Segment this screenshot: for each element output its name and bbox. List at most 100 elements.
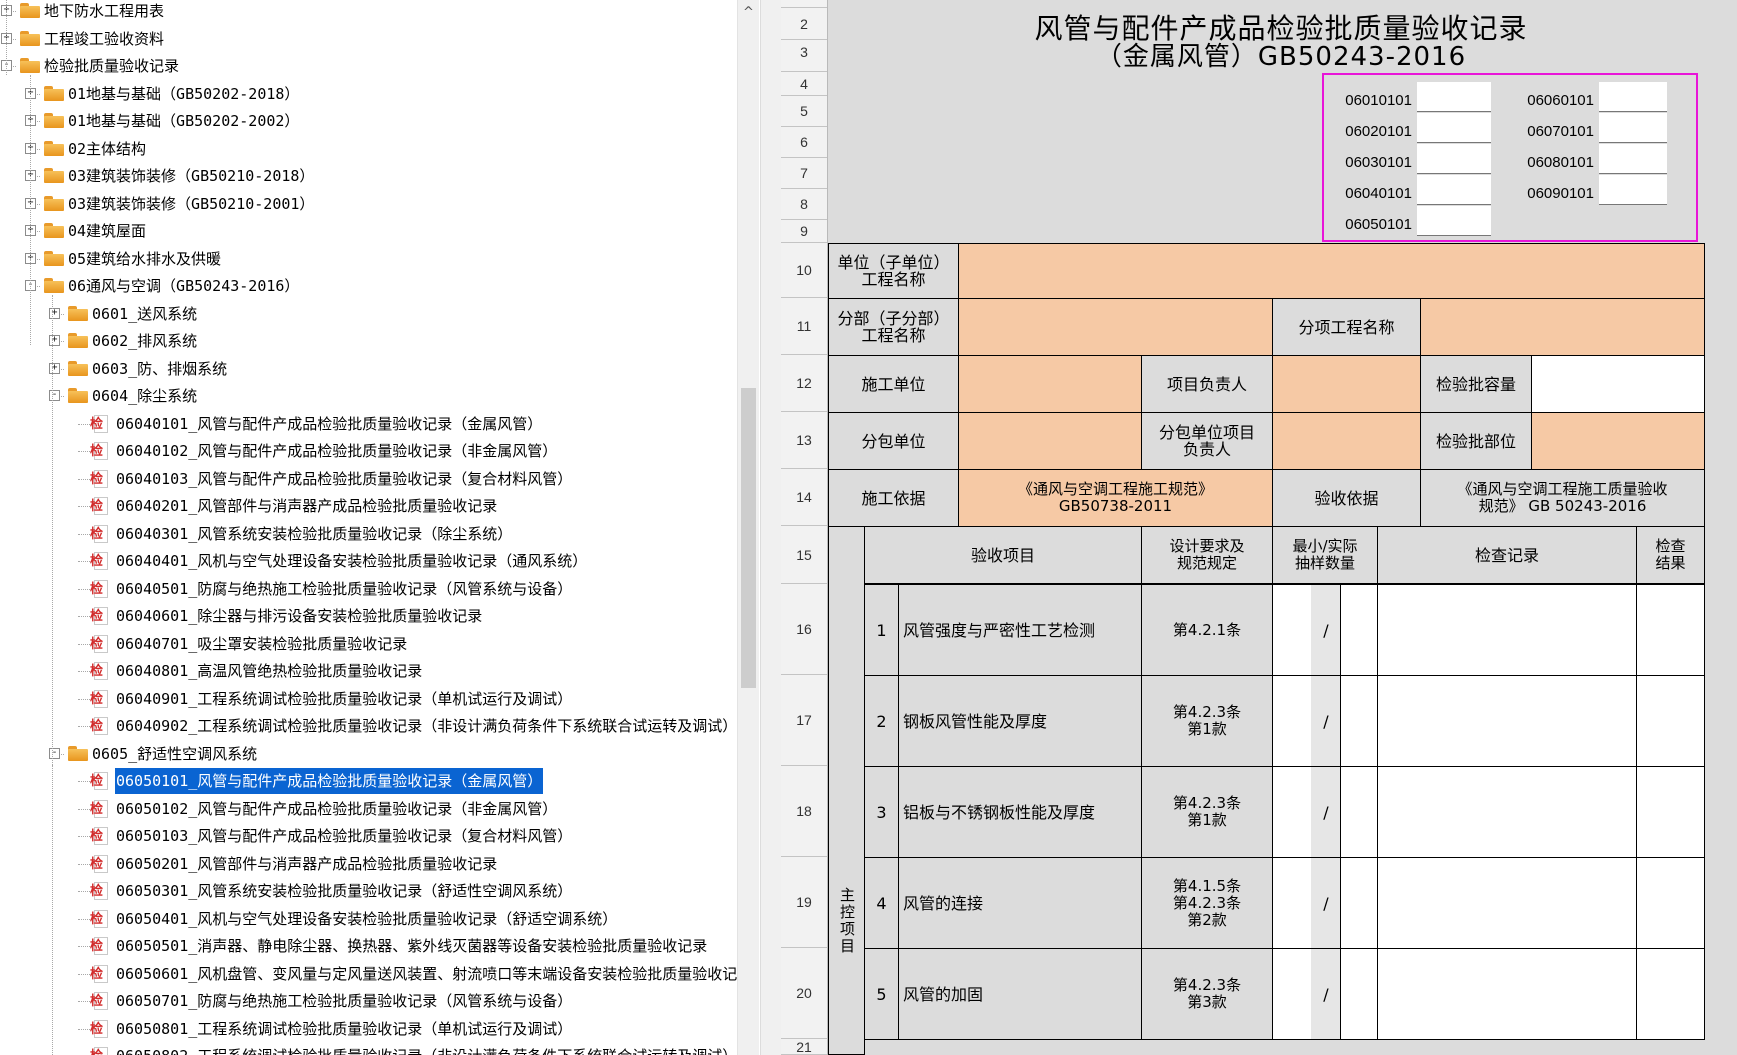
tree-item-folder[interactable]: + 工程竣工验收资料 [0, 26, 735, 52]
row-header[interactable]: 14 [781, 469, 827, 526]
check-result-field[interactable] [1636, 857, 1705, 949]
tree-item-document[interactable]: 检 06040301_风管系统安装检验批质量验收记录（除尘系统） [0, 521, 735, 547]
tree-item-document[interactable]: 检 06050101_风管与配件产成品检验批质量验收记录（金属风管） [0, 767, 735, 795]
tree-item-folder[interactable]: +03建筑装饰装修（GB50210-2018） [0, 163, 735, 189]
tree-item-folder[interactable]: +02主体结构 [0, 136, 735, 162]
row-header[interactable]: 3 [781, 32, 827, 72]
sample-actual-field[interactable] [1340, 675, 1378, 767]
code-checkbox-field[interactable] [1417, 206, 1491, 236]
tree-item-document[interactable]: 检 06050801_工程系统调试检验批质量验收记录（单机试运行及调试） [0, 1016, 735, 1042]
tree-item-folder[interactable]: +01地基与基础（GB50202-2018） [0, 81, 735, 107]
construction-unit-field[interactable] [958, 355, 1142, 413]
collapse-icon[interactable]: - [49, 747, 60, 759]
code-checkbox-field[interactable] [1417, 144, 1491, 174]
code-checkbox-field[interactable] [1417, 82, 1491, 112]
tree-item-folder[interactable]: +0602_排风系统 [0, 328, 735, 354]
unit-name-field[interactable] [958, 243, 1705, 299]
sample-actual-field[interactable] [1340, 584, 1378, 676]
row-header[interactable] [781, 0, 827, 8]
tree-item-document[interactable]: 检 06050401_风机与空气处理设备安装检验批质量验收记录（舒适空调系统） [0, 906, 735, 932]
tree-item-document[interactable]: 检 06040103_风管与配件产成品检验批质量验收记录（复合材料风管） [0, 466, 735, 492]
tree-item-document[interactable]: 检 06040201_风管部件与消声器产成品检验批质量验收记录 [0, 493, 735, 519]
tree-item-folder[interactable]: +0601_送风系统 [0, 301, 735, 327]
batch-capacity-field[interactable] [1531, 355, 1705, 413]
check-result-field[interactable] [1636, 675, 1705, 767]
tree-item-document[interactable]: 检 06040801_高温风管绝热检验批质量验收记录 [0, 658, 735, 684]
row-header[interactable]: 8 [781, 189, 827, 220]
row-header[interactable]: 9 [781, 220, 827, 243]
row-header[interactable]: 17 [781, 675, 827, 766]
code-checkbox-field[interactable] [1599, 113, 1667, 143]
tree-item-document[interactable]: 检 06050802_工程系统调试检验批质量验收记录（非设计满负荷条件下系统联合试… [0, 1043, 737, 1055]
tree-item-folder[interactable]: - 检验批质量验收记录 [0, 53, 735, 79]
tree-item-document[interactable]: 检 06040901_工程系统调试检验批质量验收记录（单机试运行及调试） [0, 686, 735, 712]
tree-item-document[interactable]: 检 06040102_风管与配件产成品检验批质量验收记录（非金属风管） [0, 438, 735, 464]
check-record-field[interactable] [1377, 948, 1637, 1040]
sample-actual-field[interactable] [1340, 766, 1378, 858]
code-checkbox-field[interactable] [1599, 144, 1667, 174]
sample-min-field[interactable] [1272, 675, 1312, 767]
sub-pm-field[interactable] [1272, 412, 1421, 470]
check-record-field[interactable] [1377, 857, 1637, 949]
tree-item-folder[interactable]: +01地基与基础（GB50202-2002） [0, 108, 735, 134]
expand-icon[interactable]: + [49, 362, 60, 374]
sub-name-field[interactable] [958, 298, 1273, 356]
check-record-field[interactable] [1377, 584, 1637, 676]
tree-item-document[interactable]: 检 06050501_消声器、静电除尘器、换热器、紫外线灭菌器等设备安装检验批质量… [0, 933, 735, 959]
tree-item-document[interactable]: 检 06050301_风管系统安装检验批质量验收记录（舒适性空调风系统） [0, 878, 735, 904]
row-header[interactable]: 16 [781, 584, 827, 675]
row-header[interactable]: 15 [781, 526, 827, 584]
tree-item-folder[interactable]: - 0604_除尘系统 [0, 383, 735, 409]
sample-min-field[interactable] [1272, 857, 1312, 949]
batch-location-field[interactable] [1531, 412, 1705, 470]
sample-min-field[interactable] [1272, 948, 1312, 1040]
row-header[interactable]: 19 [781, 857, 827, 948]
row-header[interactable]: 18 [781, 766, 827, 857]
row-header[interactable]: 5 [781, 96, 827, 127]
tree-item-document[interactable]: 检 06050201_风管部件与消声器产成品检验批质量验收记录 [0, 851, 735, 877]
row-header[interactable]: 6 [781, 127, 827, 158]
check-result-field[interactable] [1636, 948, 1705, 1040]
tree-item-document[interactable]: 检 06050103_风管与配件产成品检验批质量验收记录（复合材料风管） [0, 823, 735, 849]
scroll-up-icon[interactable]: ^ [738, 2, 759, 23]
spreadsheet-view[interactable]: 2 3 4 5 6 7 8 9 10 11 12 13 14 15 16 17 18 19 20 21 风管与配件产成… [781, 0, 1737, 1055]
tree-item-document[interactable]: 检 06040601_除尘器与排污设备安装检验批质量验收记录 [0, 603, 735, 629]
sample-actual-field[interactable] [1340, 857, 1378, 949]
expand-icon[interactable]: + [49, 335, 60, 346]
pane-splitter[interactable] [760, 0, 782, 1055]
tree-item-document[interactable]: 检 06050601_风机盘管、变风量与定风量送风装置、射流喷口等末端设备安装检验… [0, 961, 752, 987]
check-result-field[interactable] [1636, 584, 1705, 676]
row-header[interactable]: 12 [781, 355, 827, 412]
row-header[interactable]: 20 [781, 948, 827, 1039]
code-checkbox-field[interactable] [1417, 113, 1491, 143]
row-header[interactable]: 11 [781, 298, 827, 355]
tree-item-document[interactable]: 检 06040401_风机与空气处理设备安装检验批质量验收记录（通风系统） [0, 548, 735, 574]
tree-item-document[interactable]: 检 06040501_防腐与绝热施工检验批质量验收记录（风管系统与设备） [0, 576, 735, 602]
collapse-icon[interactable]: - [49, 390, 60, 401]
tree-item-folder[interactable]: + 地下防水工程用表 [0, 0, 735, 24]
code-checkbox-field[interactable] [1417, 175, 1491, 205]
code-checkbox-field[interactable] [1599, 175, 1667, 205]
expand-icon[interactable]: + [49, 307, 60, 319]
row-header[interactable]: 10 [781, 243, 827, 298]
row-header[interactable]: 21 [781, 1039, 827, 1055]
tree-view[interactable]: + 地下防水工程用表 + 工程竣工验收资料 - 检验批质量验收记录 +01地基与基础（GB5… [0, 0, 760, 1055]
row-header[interactable]: 7 [781, 158, 827, 189]
tree-item-folder[interactable]: -06通风与空调（GB50243-2016） [0, 273, 735, 299]
check-result-field[interactable] [1636, 766, 1705, 858]
tree-item-document[interactable]: 检 06040101_风管与配件产成品检验批质量验收记录（金属风管） [0, 411, 735, 437]
tree-item-folder[interactable]: +04建筑屋面 [0, 218, 735, 244]
tree-item-folder[interactable]: +03建筑装饰装修（GB50210-2001） [0, 191, 735, 217]
tree-item-document[interactable]: 检 06050701_防腐与绝热施工检验批质量验收记录（风管系统与设备） [0, 988, 735, 1014]
tree-scrollbar[interactable]: ^ [737, 0, 759, 1055]
sample-actual-field[interactable] [1340, 948, 1378, 1040]
project-manager-field[interactable] [1272, 355, 1421, 413]
tree-item-folder[interactable]: - 0605_舒适性空调风系统 [0, 741, 735, 767]
check-record-field[interactable] [1377, 675, 1637, 767]
tree-item-document[interactable]: 检 06050102_风管与配件产成品检验批质量验收记录（非金属风管） [0, 796, 735, 822]
sample-min-field[interactable] [1272, 766, 1312, 858]
tree-item-folder[interactable]: +05建筑给水排水及供暖 [0, 246, 735, 272]
row-header[interactable]: 4 [781, 73, 827, 96]
scroll-thumb[interactable] [741, 388, 756, 688]
sample-min-field[interactable] [1272, 584, 1312, 676]
